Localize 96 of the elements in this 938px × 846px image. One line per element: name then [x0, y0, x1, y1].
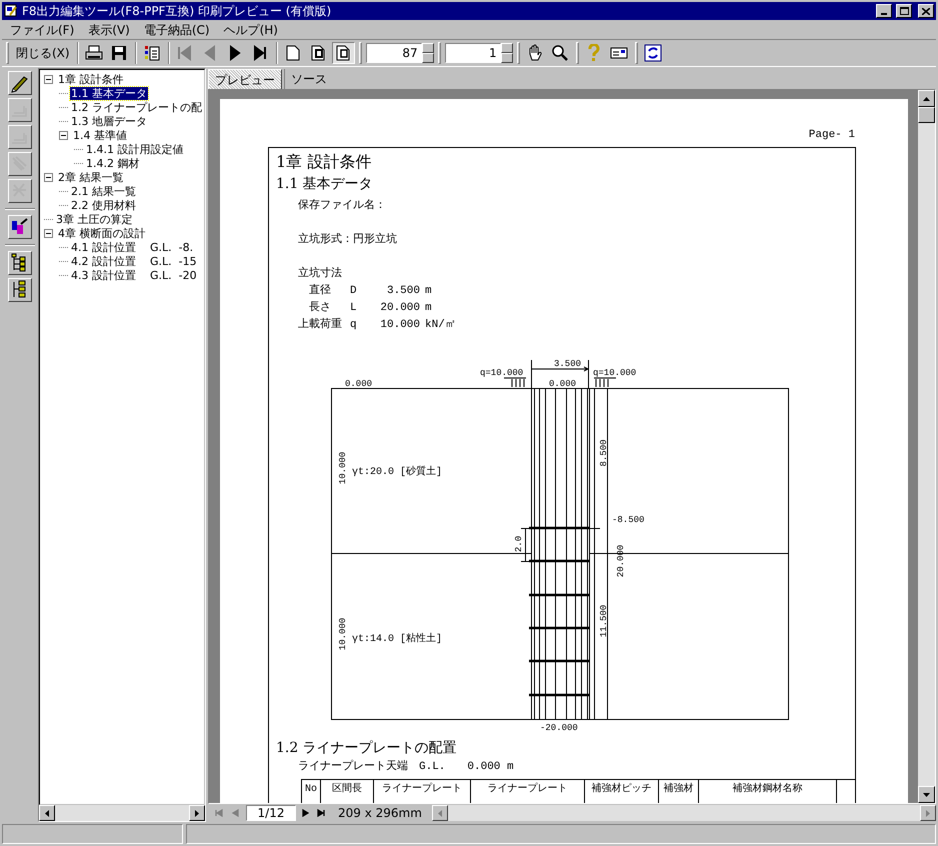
section-title: 1.1 基本データ: [276, 176, 373, 192]
dimension-label: 10.000: [338, 618, 348, 650]
dimension-unit: kN/㎡: [425, 319, 456, 331]
framed-page-icon[interactable]: [332, 42, 355, 64]
collapse-toggle-icon[interactable]: [59, 130, 68, 140]
toolbar-grip: [516, 42, 520, 64]
tree-item[interactable]: 4.2 設計位置 G.L. -15: [70, 254, 198, 268]
dimension-value: 20.000: [380, 302, 420, 314]
tree-item[interactable]: 1.4 基準値: [72, 128, 128, 142]
minimize-button[interactable]: [876, 4, 892, 18]
dimension-label: 11.500: [599, 604, 609, 638]
spin-buttons[interactable]: [422, 43, 434, 63]
paper-size: 209 x 296mm: [337, 805, 423, 822]
close-icon: [922, 8, 930, 14]
tree-item[interactable]: 4.1 設計位置 G.L. -8.: [70, 240, 194, 254]
tree-item[interactable]: 1.3 地層データ: [70, 114, 148, 128]
dimension-label: 3.500: [554, 359, 582, 369]
dimension-label: 8.500: [599, 440, 609, 466]
dimension-value: 10.000: [380, 319, 420, 331]
scroll-left-button[interactable]: [39, 805, 55, 821]
tree-item[interactable]: 3章 土圧の算定: [55, 212, 134, 226]
soil-label: γt:14.0 [粘性土]: [352, 634, 442, 645]
tree-item[interactable]: 1.2 ライナープレートの配: [70, 100, 203, 114]
dimension-symbol: q: [350, 319, 357, 331]
toolbar-grip: [634, 42, 638, 64]
soil-label: γt:20.0 [砂質土]: [352, 467, 442, 478]
tree-item[interactable]: 1章 設計条件: [57, 72, 124, 86]
left-triangle-icon: [438, 810, 442, 816]
page-number-field[interactable]: 1/12: [246, 805, 296, 821]
load-label: q=10.000: [593, 368, 636, 378]
collapse-toggle-icon[interactable]: [44, 74, 53, 84]
tree-item[interactable]: 2.2 使用材料: [70, 198, 137, 212]
spin-buttons[interactable]: [500, 43, 513, 63]
dimension-symbol: D: [350, 285, 357, 297]
tree-item[interactable]: 4.3 設計位置 G.L. -20: [70, 268, 198, 282]
window-title: F8出力編集ツール(F8-PPF互換) 印刷プレビュー (有償版): [22, 3, 332, 20]
dimension-label: 20.000: [616, 544, 626, 578]
chapter-title: 1章 設計条件: [276, 152, 372, 171]
up-triangle-icon: [923, 96, 930, 100]
level-label: 0.000: [549, 379, 576, 389]
toolbar-grip: [6, 42, 9, 64]
toolbar-grip: [358, 42, 362, 64]
scroll-right-button[interactable]: [920, 805, 936, 821]
scroll-left-button[interactable]: [432, 805, 448, 821]
close-button[interactable]: [918, 4, 934, 18]
collapse-toggle-icon[interactable]: [44, 228, 53, 238]
level-label: -20.000: [540, 723, 578, 732]
zoom-field[interactable]: 87: [366, 43, 422, 63]
dimension-label: 長さ: [309, 302, 331, 314]
toolbar-grip: [576, 42, 579, 64]
collapse-toggle-icon[interactable]: [44, 172, 53, 182]
section-title: 1.2 ライナープレートの配置: [276, 740, 457, 756]
tree-item[interactable]: 4章 横断面の設計: [57, 226, 146, 240]
close-preview-button[interactable]: 閉じる(X): [13, 42, 73, 64]
dimension-label: 2.0: [514, 536, 524, 552]
dimension-unit: m: [425, 285, 432, 297]
tree-expand-icon[interactable]: [8, 251, 32, 275]
scroll-thumb[interactable]: [918, 107, 935, 123]
chart-pen-icon[interactable]: [8, 215, 32, 239]
down-triangle-icon: [923, 792, 930, 796]
maximize-button[interactable]: [896, 4, 912, 18]
dimension-unit: m: [425, 302, 432, 314]
app-icon: [4, 4, 18, 18]
level-label: -8.500: [612, 515, 644, 525]
scroll-down-button[interactable]: [918, 786, 935, 803]
field-label: 立坑形式：円形立坑: [298, 234, 397, 246]
menu-item[interactable]: 表示(V): [82, 20, 136, 38]
dimension-value: 3.500: [386, 285, 420, 297]
menu-item[interactable]: 電子納品(C): [138, 20, 216, 38]
tree-item[interactable]: 1.1 基本データ: [70, 86, 148, 100]
page-field[interactable]: 1: [444, 43, 501, 63]
tree-item[interactable]: 1.4.1 設計用設定値: [85, 142, 184, 156]
left-triangle-icon: [45, 810, 49, 816]
menu-item[interactable]: ヘルプ(H): [218, 20, 284, 38]
right-triangle-icon: [195, 810, 199, 816]
body-text: ライナープレート天端 G.L. 0.000 m: [298, 761, 514, 773]
toolbar-grip: [438, 42, 441, 64]
pen-icon[interactable]: [8, 71, 32, 95]
tree-item[interactable]: 2.1 結果一覧: [70, 184, 137, 198]
tree-item[interactable]: 2章 結果一覧: [57, 170, 124, 184]
level-label: 0.000: [345, 379, 372, 389]
menu-item[interactable]: ファイル(F): [4, 20, 80, 38]
right-triangle-icon: [926, 810, 930, 816]
dimension-label: 上載荷重: [298, 319, 342, 331]
dimension-label: 直径: [309, 285, 331, 297]
tab[interactable]: プレビュー: [208, 69, 282, 89]
scroll-right-button[interactable]: [189, 805, 205, 821]
scroll-up-button[interactable]: [918, 90, 935, 107]
dimension-label: 10.000: [338, 452, 348, 484]
tree-collapse-icon[interactable]: [8, 278, 32, 302]
field-heading: 立坑寸法: [298, 268, 342, 280]
dimension-symbol: L: [350, 302, 357, 314]
load-label: q=10.000: [480, 368, 524, 378]
tree-item[interactable]: 1.4.2 鋼材: [85, 156, 140, 170]
page-number: Page- 1: [808, 129, 855, 141]
field-label: 保存ファイル名：: [298, 200, 386, 212]
